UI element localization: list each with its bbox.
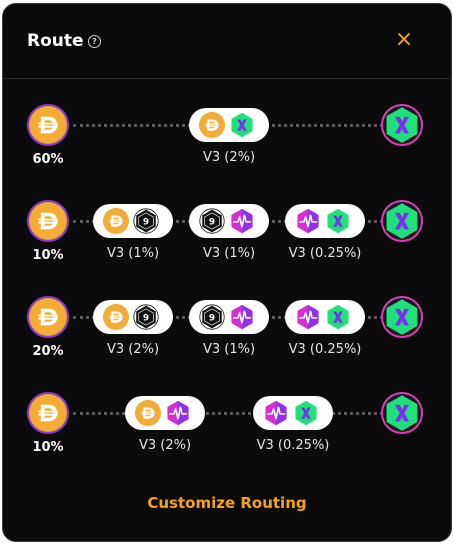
nine-token-icon: 9	[199, 208, 225, 234]
pool-hop[interactable]	[285, 204, 365, 238]
pool-hop[interactable]	[125, 396, 205, 430]
customize-routing-button[interactable]: Customize Routing	[3, 494, 451, 512]
route-percent: 10%	[32, 248, 64, 263]
green-x-token-icon	[293, 400, 319, 426]
green-x-token-icon	[381, 104, 423, 146]
question-circle-icon[interactable]: ?	[88, 35, 101, 48]
route-row: 20% 9 V3 (2%) 9 V3 (1%) V3 (0.25%)	[3, 296, 451, 376]
svg-text:9: 9	[143, 217, 149, 227]
pool-fee-label: V3 (1%)	[202, 246, 256, 261]
route-row: 60% V3 (2%)	[3, 104, 451, 184]
pool-hop[interactable]: 9	[189, 300, 269, 334]
dai-token-icon	[135, 400, 161, 426]
pool-fee-label: V3 (2%)	[106, 342, 160, 357]
route-percent: 60%	[32, 152, 64, 167]
pool-fee-label: V3 (2%)	[138, 438, 192, 453]
dai-token-icon	[103, 304, 129, 330]
nine-token-icon: 9	[133, 304, 159, 330]
route-row: 10% 9 V3 (1%) 9 V3 (1%) V3 (0.25%)	[3, 200, 451, 280]
pool-hop[interactable]	[285, 300, 365, 334]
green-x-token-icon	[381, 296, 423, 338]
panel-header: Route ? ×	[3, 4, 451, 79]
green-x-token-icon	[381, 392, 423, 434]
pulse-token-icon	[295, 304, 321, 330]
pulse-token-icon	[165, 400, 191, 426]
pool-fee-label: V3 (1%)	[202, 342, 256, 357]
green-x-token-icon	[325, 208, 351, 234]
panel-title: Route	[27, 31, 84, 51]
pool-fee-label: V3 (0.25%)	[288, 246, 362, 261]
dai-token-icon	[103, 208, 129, 234]
svg-text:9: 9	[143, 313, 149, 323]
pulse-token-icon	[295, 208, 321, 234]
pool-hop[interactable]: 9	[93, 204, 173, 238]
pool-hop[interactable]	[189, 108, 269, 142]
pulse-token-icon	[229, 208, 255, 234]
route-connector	[73, 412, 383, 415]
nine-token-icon: 9	[133, 208, 159, 234]
close-icon[interactable]: ×	[394, 29, 414, 51]
route-percent: 20%	[32, 344, 64, 359]
pulse-token-icon	[263, 400, 289, 426]
pool-fee-label: V3 (2%)	[202, 150, 256, 165]
green-x-token-icon	[325, 304, 351, 330]
pool-hop[interactable]: 9	[189, 204, 269, 238]
green-x-token-icon	[381, 200, 423, 242]
pool-hop[interactable]	[253, 396, 333, 430]
svg-text:9: 9	[209, 313, 215, 323]
dai-token-icon	[199, 112, 225, 138]
nine-token-icon: 9	[199, 304, 225, 330]
route-row: 10% V3 (2%) V3 (0.25%)	[3, 392, 451, 472]
dai-token-icon	[27, 296, 69, 338]
pool-fee-label: V3 (0.25%)	[256, 438, 330, 453]
dai-token-icon	[27, 392, 69, 434]
route-percent: 10%	[32, 440, 64, 455]
pool-fee-label: V3 (1%)	[106, 246, 160, 261]
green-x-token-icon	[229, 112, 255, 138]
dai-token-icon	[27, 200, 69, 242]
pool-hop[interactable]: 9	[93, 300, 173, 334]
svg-text:9: 9	[209, 217, 215, 227]
pool-fee-label: V3 (0.25%)	[288, 342, 362, 357]
dai-token-icon	[27, 104, 69, 146]
pulse-token-icon	[229, 304, 255, 330]
route-panel: Route ? × 60% V3 (2%) 10% 9 V3 (1%) 9 V3…	[2, 3, 452, 542]
